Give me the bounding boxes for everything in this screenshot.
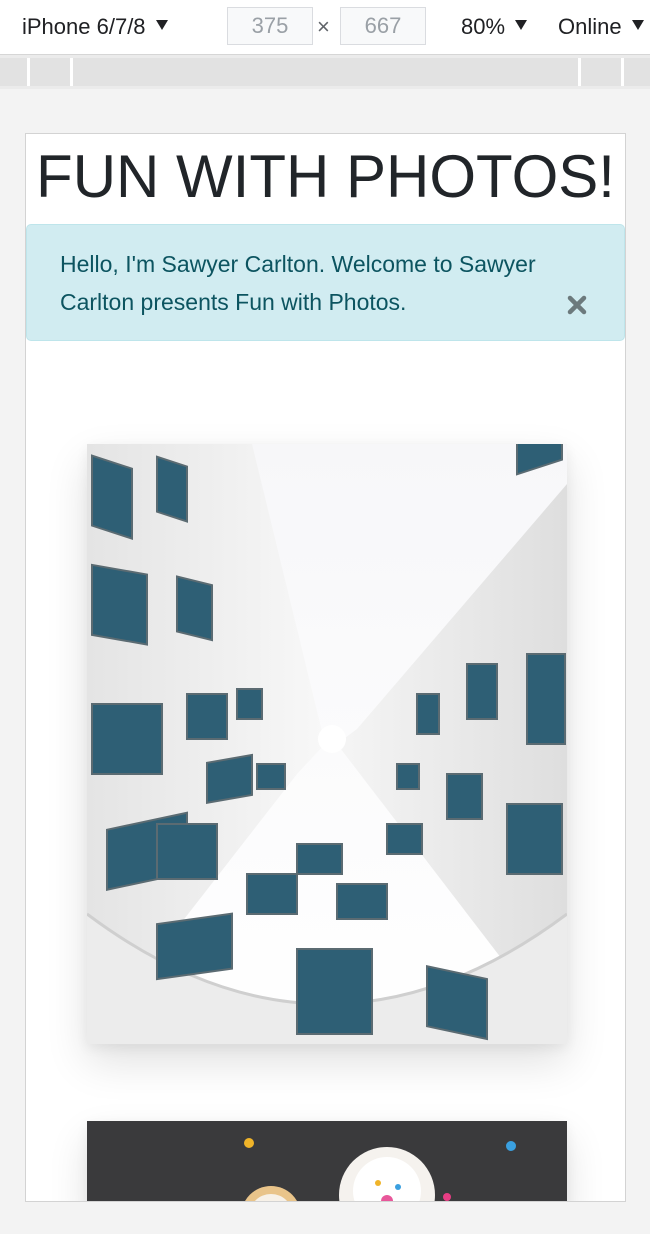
close-x-icon[interactable]	[566, 294, 588, 316]
media-query-track	[0, 58, 650, 86]
times-glyph: ×	[317, 14, 330, 39]
cupcakes-photo-image	[87, 1121, 567, 1201]
media-query-marker[interactable]	[27, 58, 30, 86]
media-query-marker[interactable]	[578, 58, 581, 86]
media-query-marker[interactable]	[621, 58, 624, 86]
zoom-select[interactable]: 80%	[461, 0, 528, 54]
building-photo-image	[87, 444, 567, 1044]
page-title: FUN WITH PHOTOS!	[36, 143, 615, 210]
width-value: 375	[251, 13, 289, 38]
height-input[interactable]: 667	[340, 7, 426, 45]
media-query-marker[interactable]	[70, 58, 73, 86]
photo-building-facade[interactable]	[87, 444, 567, 1044]
chevron-down-icon	[631, 20, 644, 30]
media-query-bar	[0, 55, 650, 89]
device-toolbar: iPhone 6/7/8 375 × 667 80% Online	[0, 0, 650, 55]
network-select-label: Online	[558, 14, 622, 39]
chevron-down-icon	[515, 20, 528, 30]
alert-message: Hello, I'm Sawyer Carlton. Welcome to Sa…	[60, 251, 536, 315]
times-icon: ×	[317, 0, 330, 54]
device-viewport: FUN WITH PHOTOS! Hello, I'm Sawyer Carlt…	[25, 133, 626, 1202]
device-select[interactable]: iPhone 6/7/8	[22, 0, 168, 54]
network-throttle-select[interactable]: Online	[558, 0, 644, 54]
canvas-bottom	[0, 1202, 650, 1234]
welcome-alert: Hello, I'm Sawyer Carlton. Welcome to Sa…	[26, 224, 625, 341]
height-value: 667	[364, 13, 402, 38]
width-input[interactable]: 375	[227, 7, 313, 45]
chevron-down-icon	[155, 20, 168, 30]
zoom-select-label: 80%	[461, 14, 506, 39]
photo-cupcakes[interactable]	[87, 1121, 567, 1201]
device-select-label: iPhone 6/7/8	[22, 14, 146, 39]
